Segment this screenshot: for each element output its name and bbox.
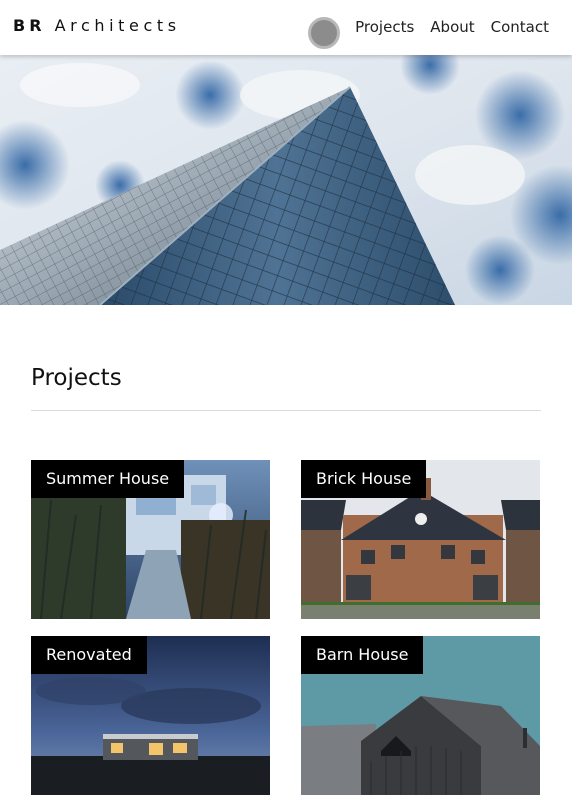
nav-link-projects[interactable]: Projects (355, 18, 414, 36)
top-navigation-bar: BR Architects Projects About Contact (0, 0, 572, 55)
section-divider (31, 410, 541, 411)
project-title: Summer House (31, 460, 185, 498)
nav-link-about[interactable]: About (430, 18, 474, 36)
site-logo[interactable]: BR Architects (13, 16, 181, 35)
project-card-brick-house[interactable]: Brick House (301, 460, 540, 619)
nav-link-contact[interactable]: Contact (491, 18, 549, 36)
main-nav: Projects About Contact (355, 18, 549, 36)
brand-name: Architects (54, 16, 181, 35)
section-title: Projects (31, 365, 122, 391)
project-title: Brick House (301, 460, 427, 498)
project-card-barn-house[interactable]: Barn House (301, 636, 540, 795)
project-card-summer-house[interactable]: Summer House (31, 460, 270, 619)
project-card-renovated[interactable]: Renovated (31, 636, 270, 795)
project-title: Renovated (31, 636, 147, 674)
brand-initials: BR (13, 16, 46, 35)
circle-icon[interactable] (308, 17, 340, 49)
hero-image (0, 55, 572, 305)
project-title: Barn House (301, 636, 424, 674)
